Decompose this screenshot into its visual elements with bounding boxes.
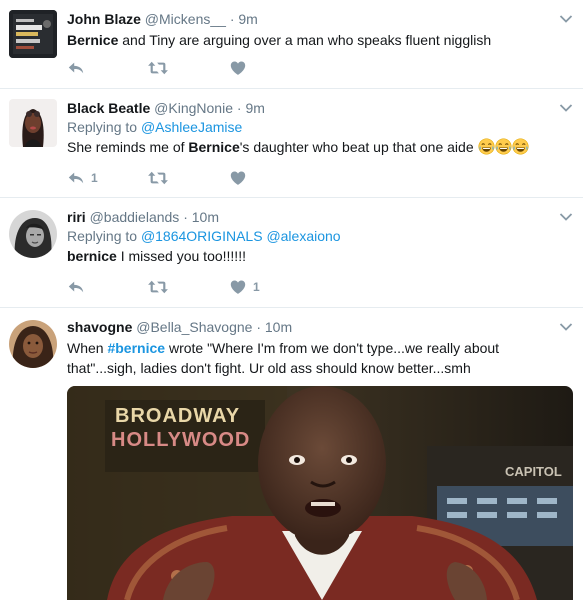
- media-photo: BROADWAY HOLLYWOOD CAPITOL: [67, 386, 573, 600]
- replying-to-link[interactable]: @1864ORIGINALS: [141, 228, 263, 244]
- tweet-text: When #bernice wrote "Where I'm from we d…: [67, 338, 563, 358]
- separator-dot: ·: [256, 319, 261, 335]
- replying-to-link[interactable]: @AshleeJamise: [141, 119, 242, 135]
- timestamp[interactable]: 10m: [265, 319, 292, 335]
- replying-to: Replying to @1864ORIGINALS @alexaiono: [67, 226, 553, 246]
- tweet-text-body: and Tiny are arguing over a man who spea…: [118, 32, 492, 48]
- replying-to-link[interactable]: @alexaiono: [266, 228, 340, 244]
- replying-to-label: Replying to: [67, 228, 141, 244]
- face-with-tears-of-joy-icon: [495, 138, 512, 155]
- sign-text-bottom: HOLLYWOOD: [111, 429, 250, 451]
- retweet-icon: [147, 59, 169, 77]
- tweet-text-after: wrote "Where I'm from we don't type...we…: [165, 340, 500, 356]
- reply-icon: [67, 59, 85, 77]
- avatar[interactable]: [9, 210, 57, 258]
- sign-text-top: BROADWAY: [115, 405, 240, 427]
- retweet-icon: [147, 278, 169, 296]
- like-button[interactable]: [229, 58, 253, 78]
- avatar[interactable]: [9, 320, 57, 368]
- tweet-text: She reminds me of Bernice's daughter who…: [67, 137, 553, 157]
- retweet-button[interactable]: [147, 168, 169, 188]
- like-button[interactable]: [229, 168, 253, 188]
- user-handle[interactable]: @baddielands: [90, 209, 180, 225]
- user-handle[interactable]: @Bella_Shavogne: [136, 319, 252, 335]
- reply-icon: [67, 278, 85, 296]
- tweet-header: riri @baddielands · 10m: [67, 208, 553, 226]
- avatar-image: [9, 210, 57, 258]
- reply-button[interactable]: 1: [67, 168, 98, 188]
- tweet-header: shavogne @Bella_Shavogne · 10m: [67, 318, 563, 336]
- tweet-header: John Blaze @Mickens__ · 9m: [67, 10, 553, 28]
- avatar-image: [9, 320, 57, 368]
- tweet[interactable]: riri @baddielands · 10m Replying to @186…: [0, 198, 583, 308]
- retweet-button[interactable]: [147, 277, 169, 297]
- tweet-text-line-2: that"...sigh, ladies don't fight. Ur old…: [67, 360, 471, 376]
- display-name[interactable]: shavogne: [67, 319, 132, 335]
- display-name[interactable]: Black Beatle: [67, 100, 150, 116]
- tweet-text-before: When: [67, 340, 108, 356]
- avatar[interactable]: [9, 99, 57, 147]
- reply-button[interactable]: [67, 58, 91, 78]
- avatar-image: [9, 10, 57, 58]
- tweet-text-body: I missed you too!!!!!!: [116, 248, 246, 264]
- replying-to: Replying to @AshleeJamise: [67, 117, 553, 137]
- display-name[interactable]: riri: [67, 209, 86, 225]
- tweet-text: Bernice and Tiny are arguing over a man …: [67, 30, 553, 50]
- timestamp[interactable]: 9m: [245, 100, 264, 116]
- tweet-text-after: 's daughter who beat up that one aide: [239, 139, 478, 155]
- user-handle[interactable]: @KingNonie: [154, 100, 233, 116]
- tweet[interactable]: Black Beatle @KingNonie · 9m Replying to…: [0, 89, 583, 198]
- heart-icon: [229, 169, 247, 187]
- replying-to-label: Replying to: [67, 119, 141, 135]
- tweet[interactable]: John Blaze @Mickens__ · 9m Bernice and T…: [0, 0, 583, 89]
- tweet[interactable]: shavogne @Bella_Shavogne · 10m When #ber…: [0, 308, 583, 600]
- tweet-header: Black Beatle @KingNonie · 9m: [67, 99, 553, 117]
- separator-dot: ·: [229, 11, 235, 27]
- separator-dot: ·: [183, 209, 188, 225]
- heart-icon: [229, 278, 247, 296]
- search-keyword: Bernice: [67, 32, 119, 48]
- retweet-button[interactable]: [147, 58, 169, 78]
- tweet-text: bernice I missed you too!!!!!!: [67, 246, 553, 266]
- tweet-text-before: She reminds me of: [67, 139, 189, 155]
- like-button[interactable]: 1: [229, 277, 260, 297]
- user-handle[interactable]: @Mickens__: [145, 11, 226, 27]
- face-with-tears-of-joy-icon: [478, 138, 495, 155]
- chevron-down-icon[interactable]: [559, 322, 573, 332]
- display-name[interactable]: John Blaze: [67, 11, 141, 27]
- reply-button[interactable]: [67, 277, 91, 297]
- search-keyword: bernice: [67, 248, 117, 264]
- chevron-down-icon[interactable]: [559, 212, 573, 222]
- like-count: 1: [253, 280, 260, 294]
- retweet-icon: [147, 169, 169, 187]
- sign-text-right: CAPITOL: [505, 464, 562, 479]
- tweet-media-image[interactable]: BROADWAY HOLLYWOOD CAPITOL: [67, 386, 573, 600]
- chevron-down-icon[interactable]: [559, 14, 573, 24]
- avatar-image: [9, 99, 57, 147]
- avatar[interactable]: [9, 10, 57, 58]
- reply-count: 1: [91, 171, 98, 185]
- hashtag-link[interactable]: #bernice: [107, 340, 165, 356]
- search-keyword: Bernice: [188, 139, 240, 155]
- timestamp[interactable]: 9m: [238, 11, 257, 27]
- reply-icon: [67, 169, 85, 187]
- timestamp[interactable]: 10m: [192, 209, 219, 225]
- chevron-down-icon[interactable]: [559, 103, 573, 113]
- face-with-tears-of-joy-icon: [512, 138, 529, 155]
- separator-dot: ·: [236, 100, 242, 116]
- heart-icon: [229, 59, 247, 77]
